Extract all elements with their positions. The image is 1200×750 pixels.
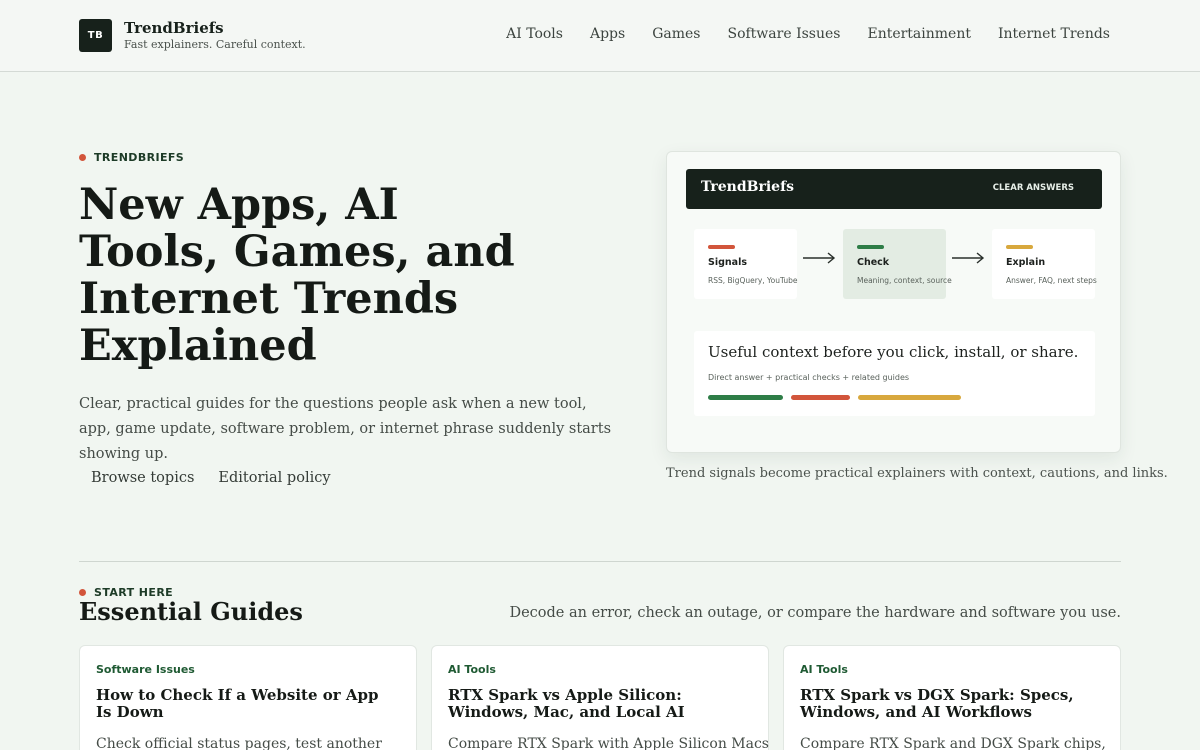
hero-description: Clear, practical guides for the question… (79, 396, 612, 462)
illustration-title-bar: TrendBriefs CLEAR ANSWERS (686, 169, 1102, 209)
main-nav: AI Tools Apps Games Software Issues Ente… (506, 26, 1110, 42)
card-excerpt: Compare RTX Spark with Apple Silicon Mac… (448, 736, 769, 750)
illustration-title: TrendBriefs (701, 179, 794, 195)
hero-eyebrow: TRENDBRIEFS (79, 151, 184, 164)
step-subtitle: Meaning, context, source (857, 276, 952, 285)
context-bar-green (708, 395, 783, 400)
card-title[interactable]: RTX Spark vs DGX Spark: Specs, Windows, … (800, 687, 1100, 721)
guide-card[interactable]: AI Tools RTX Spark vs Apple Silicon: Win… (431, 645, 769, 750)
red-dot-icon (79, 154, 86, 161)
section-title: Essential Guides (79, 597, 303, 626)
step-title: Explain (1006, 257, 1046, 268)
hero-links: Browse topics Editorial policy (79, 466, 343, 490)
step-explain: Explain Answer, FAQ, next steps (992, 229, 1097, 299)
card-category[interactable]: AI Tools (448, 663, 496, 676)
step-color-bar (708, 245, 735, 249)
arrow-right-icon (952, 252, 985, 264)
editorial-policy-link[interactable]: Editorial policy (206, 466, 342, 490)
card-excerpt: Check official status pages, test anothe… (96, 736, 382, 750)
context-bar-red (791, 395, 850, 400)
brand-tagline: Fast explainers. Careful context. (124, 38, 306, 51)
step-color-bar (857, 245, 884, 249)
section-divider (79, 561, 1121, 562)
card-title[interactable]: RTX Spark vs Apple Silicon: Windows, Mac… (448, 687, 748, 721)
guide-cards: Software Issues How to Check If a Websit… (79, 645, 1121, 750)
guide-card[interactable]: AI Tools RTX Spark vs DGX Spark: Specs, … (783, 645, 1121, 750)
nav-internet-trends[interactable]: Internet Trends (998, 26, 1110, 42)
context-box: Useful context before you click, install… (694, 331, 1095, 416)
step-subtitle: Answer, FAQ, next steps (1006, 276, 1097, 285)
step-subtitle: RSS, BigQuery, YouTube (708, 276, 798, 285)
nav-apps[interactable]: Apps (590, 26, 625, 42)
step-title: Check (857, 257, 890, 268)
browse-topics-link[interactable]: Browse topics (79, 466, 206, 490)
step-color-bar (1006, 245, 1033, 249)
illustration-caption: Trend signals become practical explainer… (666, 466, 1168, 481)
hero-illustration: TrendBriefs CLEAR ANSWERS Signals RSS, B… (666, 151, 1121, 453)
arrow-right-icon (803, 252, 836, 264)
brand-name[interactable]: TrendBriefs (124, 19, 224, 37)
section-subtitle: Decode an error, check an outage, or com… (509, 605, 1121, 621)
card-title[interactable]: How to Check If a Website or App Is Down (96, 687, 396, 721)
step-check: Check Meaning, context, source (843, 229, 952, 299)
context-bar-yellow (858, 395, 961, 400)
hero-title: New Apps, AI Tools, Games, and Internet … (79, 180, 515, 371)
nav-ai-tools[interactable]: AI Tools (506, 26, 563, 42)
step-title: Signals (708, 257, 747, 268)
context-title: Useful context before you click, install… (708, 343, 1079, 361)
red-dot-icon (79, 589, 86, 596)
site-header: TB TrendBriefs Fast explainers. Careful … (0, 0, 1200, 72)
logo-badge[interactable]: TB (79, 19, 112, 52)
nav-games[interactable]: Games (652, 26, 700, 42)
nav-software-issues[interactable]: Software Issues (727, 26, 840, 42)
card-category[interactable]: Software Issues (96, 663, 195, 676)
illustration-badge: CLEAR ANSWERS (992, 183, 1074, 193)
card-excerpt: Compare RTX Spark and DGX Spark chips, (800, 736, 1106, 750)
context-subtitle: Direct answer + practical checks + relat… (708, 373, 910, 382)
step-signals: Signals RSS, BigQuery, YouTube (694, 229, 798, 299)
hero-eyebrow-label: TRENDBRIEFS (94, 151, 185, 164)
guide-card[interactable]: Software Issues How to Check If a Websit… (79, 645, 417, 750)
nav-entertainment[interactable]: Entertainment (867, 26, 971, 42)
card-category[interactable]: AI Tools (800, 663, 848, 676)
